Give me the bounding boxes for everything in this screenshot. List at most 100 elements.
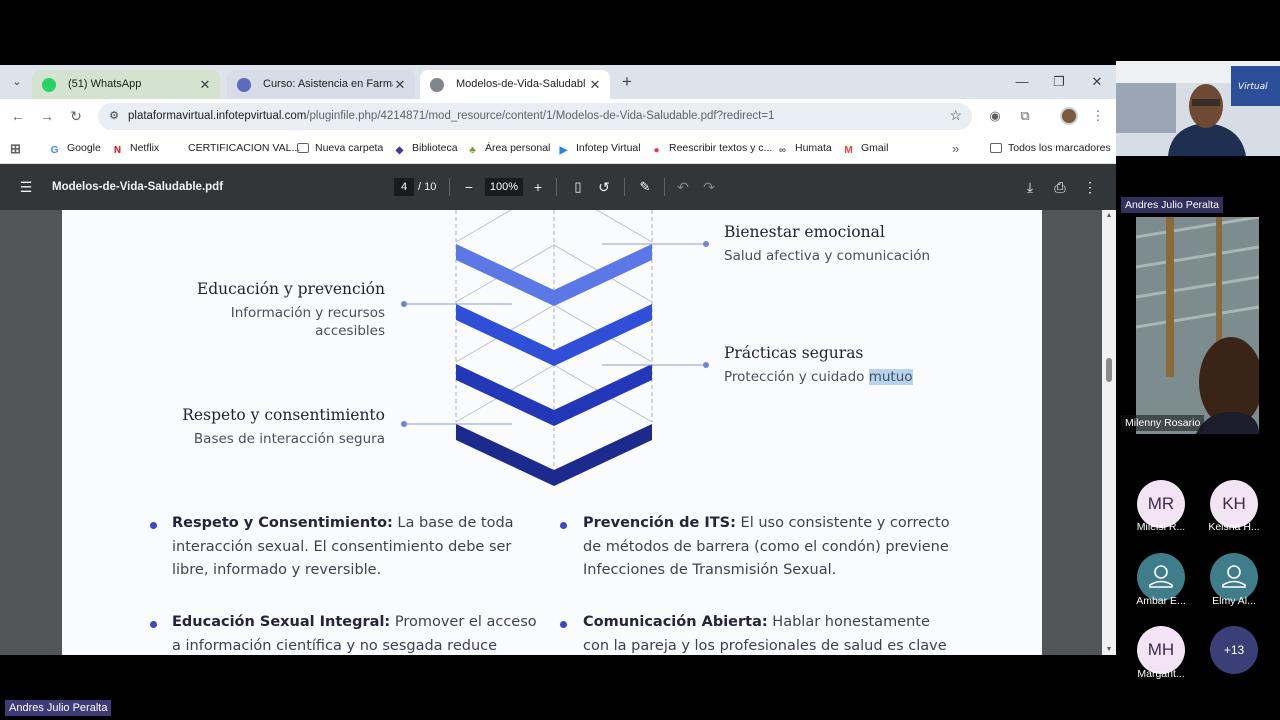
rewrite-icon: ● [653,145,660,156]
bullet-heading: Educación Sexual Integral: [172,614,391,630]
participant-avatar[interactable] [1210,553,1258,601]
sidebar-menu-icon[interactable]: ☰ [16,164,36,210]
participant-avatar[interactable] [1137,553,1185,601]
reload-button[interactable]: ↻ [67,107,85,125]
tab-strip: ⌄ (51) WhatsApp ✕ Curso: Asistencia en F… [0,65,1116,99]
menu-icon[interactable]: ⋮ [1089,107,1107,125]
screen-share: ⌄ (51) WhatsApp ✕ Curso: Asistencia en F… [0,65,1116,655]
bookmark-certificacion[interactable]: CERTIFICACION VAL... [169,133,300,164]
address-bar[interactable]: ⚙ plataformavirtual.infotepvirtual.com/p… [98,103,972,130]
tab-title: Modelos-de-Vida-Saludable.pdf [456,78,586,90]
minimize-button[interactable]: — [1011,71,1033,93]
bullet-dot [150,621,157,628]
bookmark-biblioteca[interactable]: ◆ Biblioteca [393,133,458,164]
pdf-page: Bienestar emocional Salud afectiva y com… [62,210,1042,655]
window-close-button[interactable]: ✕ [1086,71,1108,93]
tab-title: Curso: Asistencia en Farmacia A [263,78,393,90]
scrollbar-thumb[interactable] [1106,358,1112,382]
netflix-icon: N [113,145,122,156]
sub-text: Protección y cuidado [724,369,865,385]
bookmark-nueva-carpeta[interactable]: Nueva carpeta [297,133,383,164]
tab-whatsapp[interactable]: (51) WhatsApp ✕ [32,70,220,99]
restore-button[interactable]: ❐ [1048,71,1070,93]
bookmark-area-personal[interactable]: ♣ Área personal [466,133,550,164]
zoom-input[interactable]: 100% [485,178,523,196]
chevron-2 [456,304,652,366]
close-icon[interactable]: ✕ [588,70,602,99]
sub-bienestar-emocional: Salud afectiva y comunicación [724,248,931,264]
bookmark-label: Nueva carpeta [315,142,384,154]
more-participants-button[interactable]: +13 [1210,626,1258,674]
participant-avatar[interactable]: MH [1137,626,1185,674]
tab-title: (51) WhatsApp [68,78,142,90]
tab-pdf[interactable]: Modelos-de-Vida-Saludable.pdf ✕ [420,70,610,99]
label-practicas-seguras: Prácticas seguras [724,344,864,362]
back-button[interactable]: ← [9,107,27,125]
bookmark-google[interactable]: G Google [48,133,101,164]
close-icon[interactable]: ✕ [198,70,212,99]
tab-search-button[interactable]: ⌄ [8,73,26,91]
url-host: plataformavirtual.infotepvirtual.com [128,110,307,122]
fit-page-icon[interactable]: ▯ [569,164,587,210]
page-number-input[interactable]: 4 [394,178,414,196]
redo-icon[interactable]: ↷ [700,164,718,210]
folder-icon [990,143,1002,153]
bookmarks-bar: ⊞ G Google N Netflix CERTIFICACION VAL... … [0,133,1116,164]
apps-icon[interactable]: ⊞ [9,133,28,164]
all-bookmarks[interactable]: Todos los marcadores [990,133,1111,164]
scrollbar[interactable]: ▲ ▼ [1102,210,1116,655]
area-icon: ♣ [469,145,476,156]
bookmark-label: CERTIFICACION VAL... [188,142,301,154]
bullet-respeto: Respeto y Consentimiento: La base de tod… [172,512,542,583]
bookmark-gmail[interactable]: M Gmail [842,133,888,164]
person-icon [1222,565,1246,588]
divider [449,178,450,196]
participant-name: Mileisi R... [1136,521,1186,533]
globe-icon [430,78,444,92]
site-info-icon[interactable]: ⚙ [106,108,122,124]
scroll-down-icon[interactable]: ▼ [1102,646,1116,653]
pdf-filename: Modelos-de-Vida-Saludable.pdf [52,181,224,193]
download-icon[interactable]: ⤓ [1021,164,1039,210]
whatsapp-icon [42,78,56,92]
bookmark-label: Humata [795,142,832,154]
bullet-comunicacion-abierta: Comunicación Abierta: Hablar honestament… [583,611,953,655]
participant-name-label: Milenny Rosario [1121,415,1205,431]
bookmark-infotep[interactable]: ▶ Infotep Virtual [557,133,641,164]
bullet-prevencion-its: Prevención de ITS: El uso consistente y … [583,512,953,583]
print-icon[interactable]: ⎙ [1051,164,1069,210]
bookmark-star-icon[interactable]: ☆ [949,107,962,124]
bookmark-reescribir[interactable]: ● Reescribir textos y c... [650,133,772,164]
close-icon[interactable]: ✕ [393,70,407,99]
bullet-heading: Comunicación Abierta: [583,614,768,630]
label-respeto-consentimiento: Respeto y consentimiento [182,406,385,424]
new-tab-button[interactable]: + [617,72,637,92]
zoom-in-button[interactable]: + [529,164,547,210]
extensions-icon[interactable]: ⧉ [1016,107,1034,125]
shield-icon: ◆ [395,145,404,156]
sub-educacion-prevencion-2: accesibles [315,323,385,339]
tab-course[interactable]: Curso: Asistencia en Farmacia A ✕ [227,70,415,99]
page-total: / 10 [418,181,437,193]
bookmark-humata[interactable]: ∞ Humata [776,133,832,164]
label-bienestar-emocional: Bienestar emocional [724,223,885,241]
folder-icon [297,143,309,153]
bullet-heading: Respeto y Consentimiento: [172,515,393,531]
bookmark-netflix[interactable]: N Netflix [111,133,159,164]
annotate-icon[interactable]: ✎ [636,164,654,210]
undo-icon[interactable]: ↶ [674,164,692,210]
profile-avatar[interactable] [1060,107,1078,125]
browser-toolbar: ← → ↻ ⚙ plataformavirtual.infotepvirtual… [0,99,1116,133]
rotate-icon[interactable]: ↺ [595,164,613,210]
zoom-out-button[interactable]: − [460,164,478,210]
more-bookmarks-icon[interactable]: » [952,133,959,164]
forward-button[interactable]: → [38,107,56,125]
svg-text:Virtual: Virtual [1238,82,1268,92]
pdf-viewer[interactable]: Bienestar emocional Salud afectiva y com… [0,210,1116,655]
sub-educacion-prevencion-1: Información y recursos [230,305,385,321]
pdf-toolbar: ☰ Modelos-de-Vida-Saludable.pdf 4 / 10 −… [0,164,1116,210]
more-options-icon[interactable]: ⋮ [1081,164,1099,210]
scroll-up-icon[interactable]: ▲ [1102,212,1116,219]
google-lens-icon[interactable]: ◉ [986,107,1004,125]
bullet-educacion-sexual: Educación Sexual Integral: Promover el a… [172,611,542,655]
